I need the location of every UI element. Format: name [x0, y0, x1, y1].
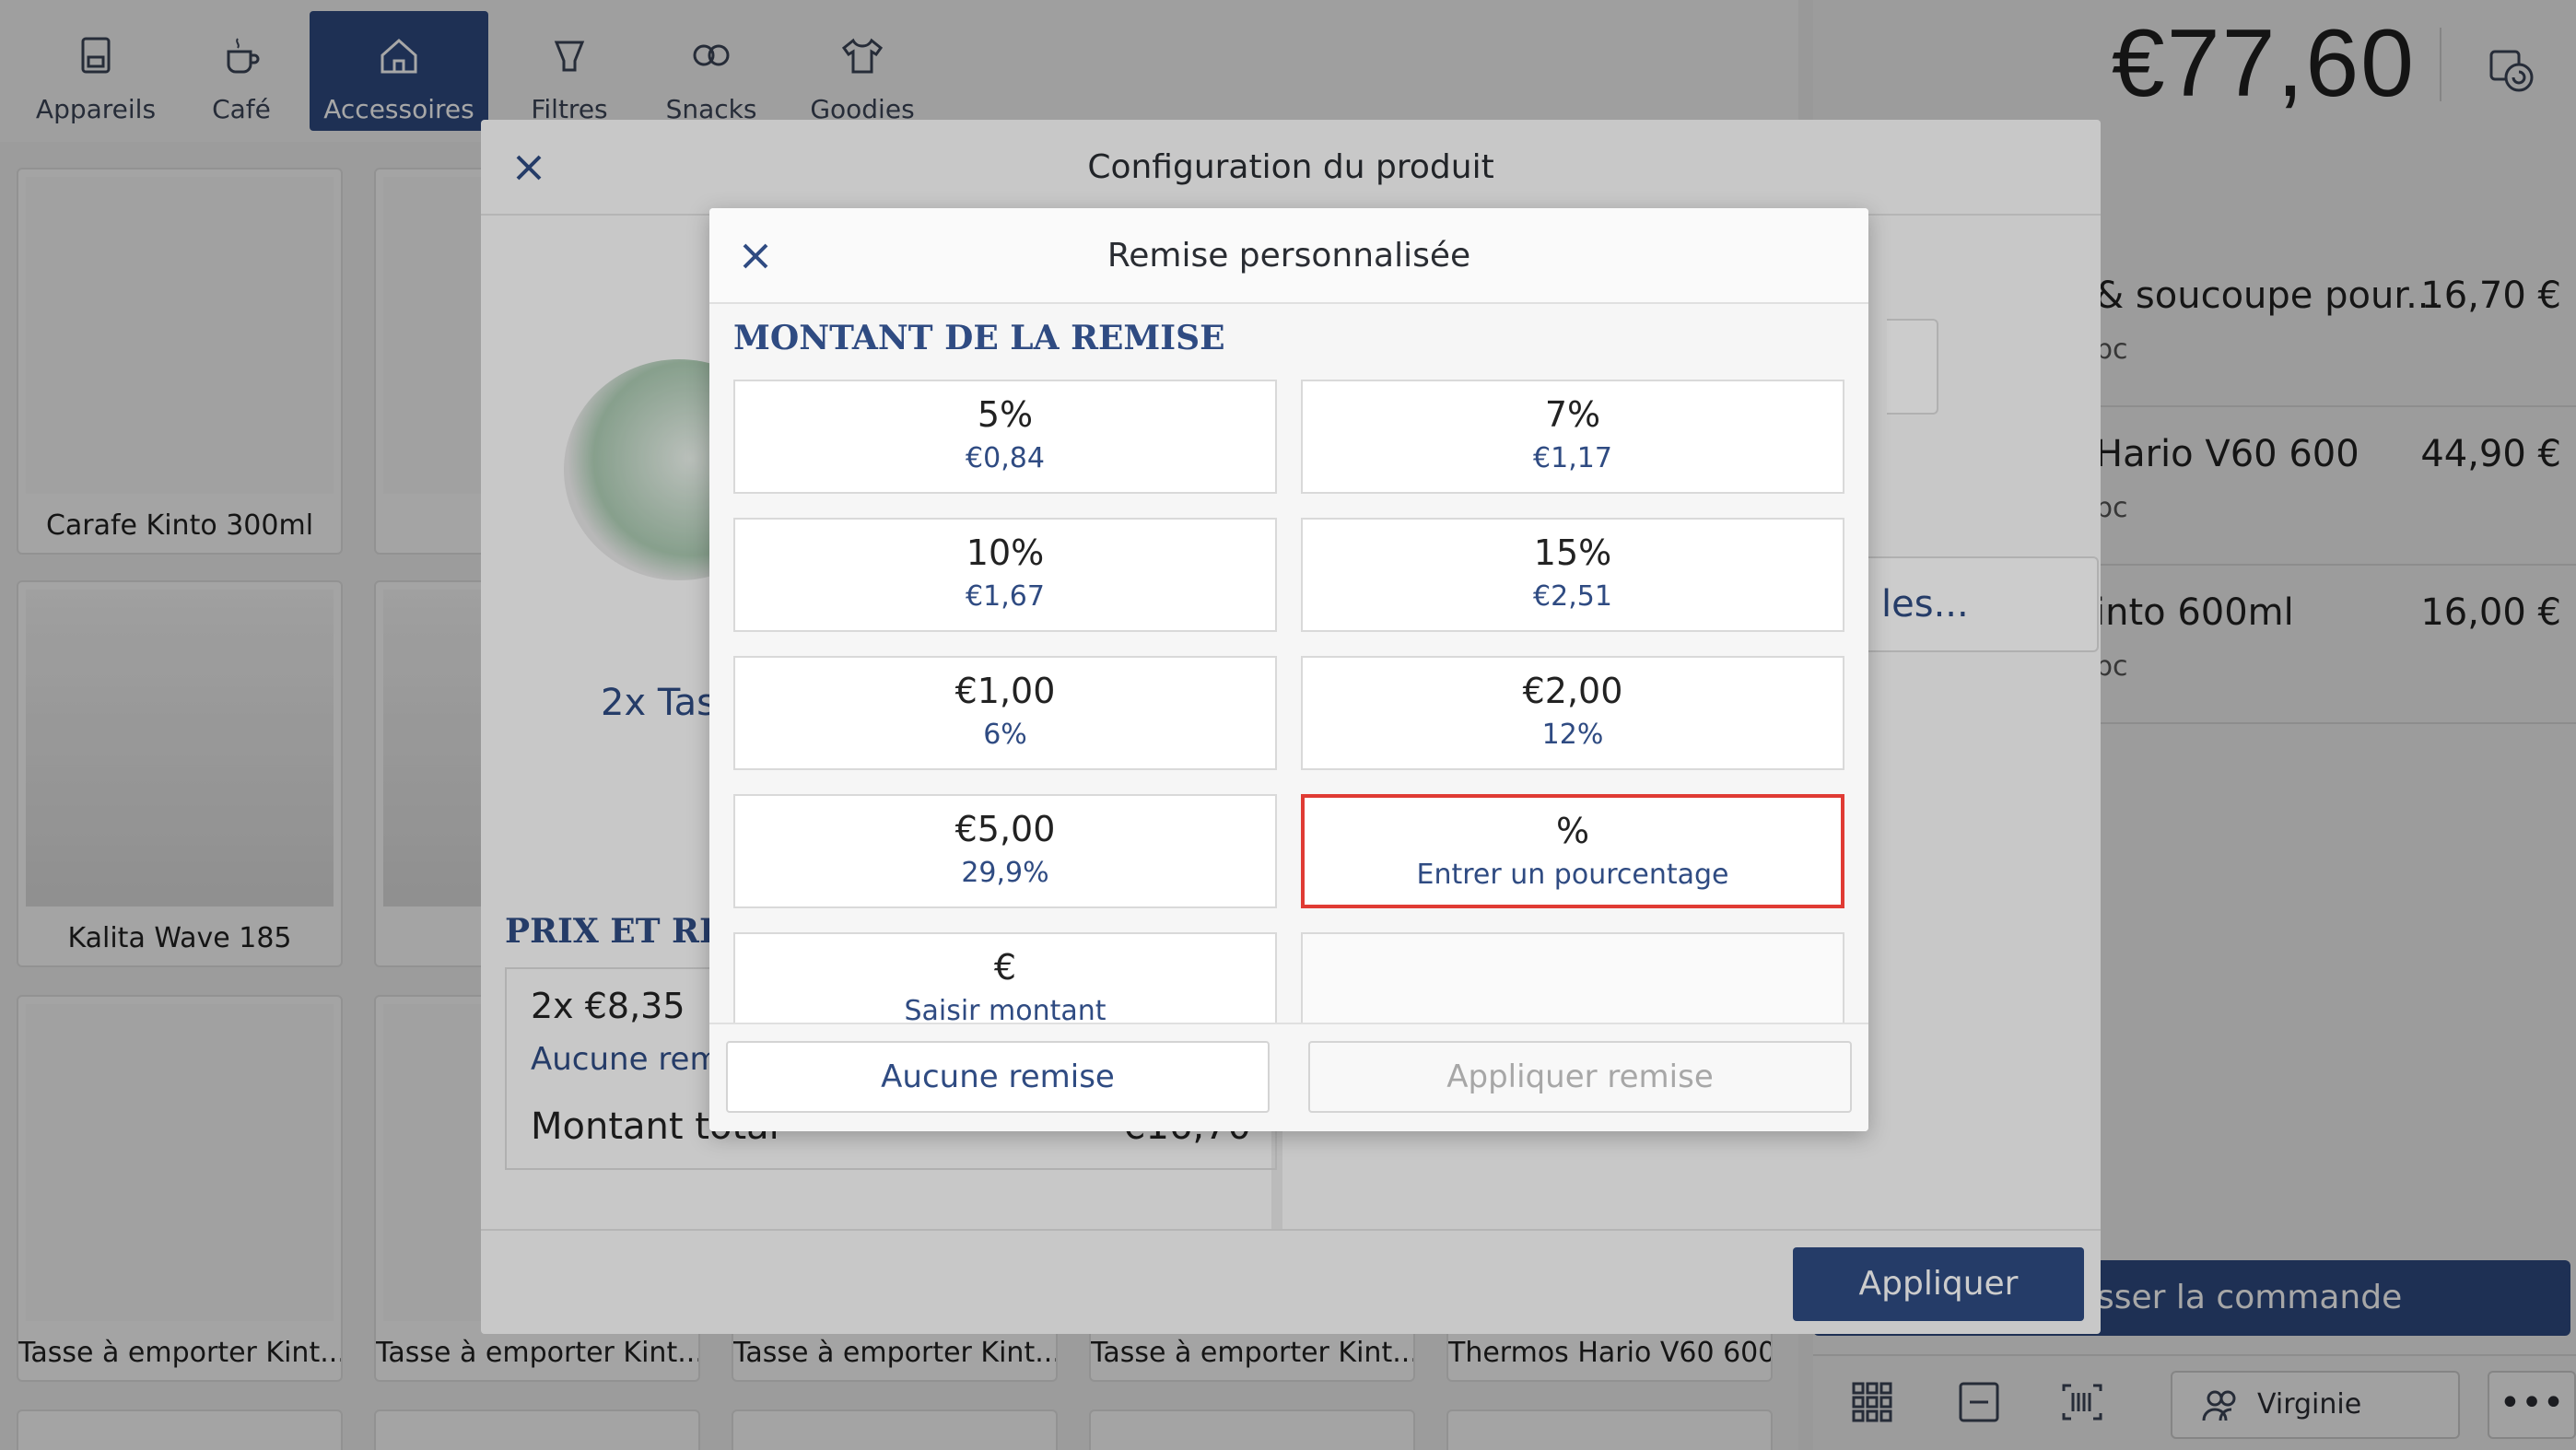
discount-option[interactable]: €5,00 29,9%: [733, 794, 1277, 908]
discount-option[interactable]: 15% €2,51: [1301, 518, 1844, 632]
discount-option[interactable]: 10% €1,67: [733, 518, 1277, 632]
modal-footer: Aucune remise Appliquer remise: [709, 1023, 1868, 1131]
discount-option[interactable]: €1,00 6%: [733, 656, 1277, 770]
discount-option[interactable]: 7% €1,17: [1301, 380, 1844, 494]
custom-discount-modal: Remise personnalisée MONTANT DE LA REMIS…: [709, 208, 1868, 1131]
modal-title: Remise personnalisée: [709, 208, 1868, 304]
no-discount-button[interactable]: Aucune remise: [726, 1041, 1270, 1113]
enter-percentage-option[interactable]: % Entrer un pourcentage: [1301, 794, 1844, 908]
discount-option[interactable]: 5% €0,84: [733, 380, 1277, 494]
apply-discount-button[interactable]: Appliquer remise: [1308, 1041, 1852, 1113]
discount-option[interactable]: €2,00 12%: [1301, 656, 1844, 770]
discount-amount-title: MONTANT DE LA REMISE: [733, 319, 1225, 357]
discount-options: 5% €0,84 7% €1,17 10% €1,67 15% €2,51 €1…: [733, 380, 1844, 1131]
close-icon[interactable]: [737, 238, 774, 275]
